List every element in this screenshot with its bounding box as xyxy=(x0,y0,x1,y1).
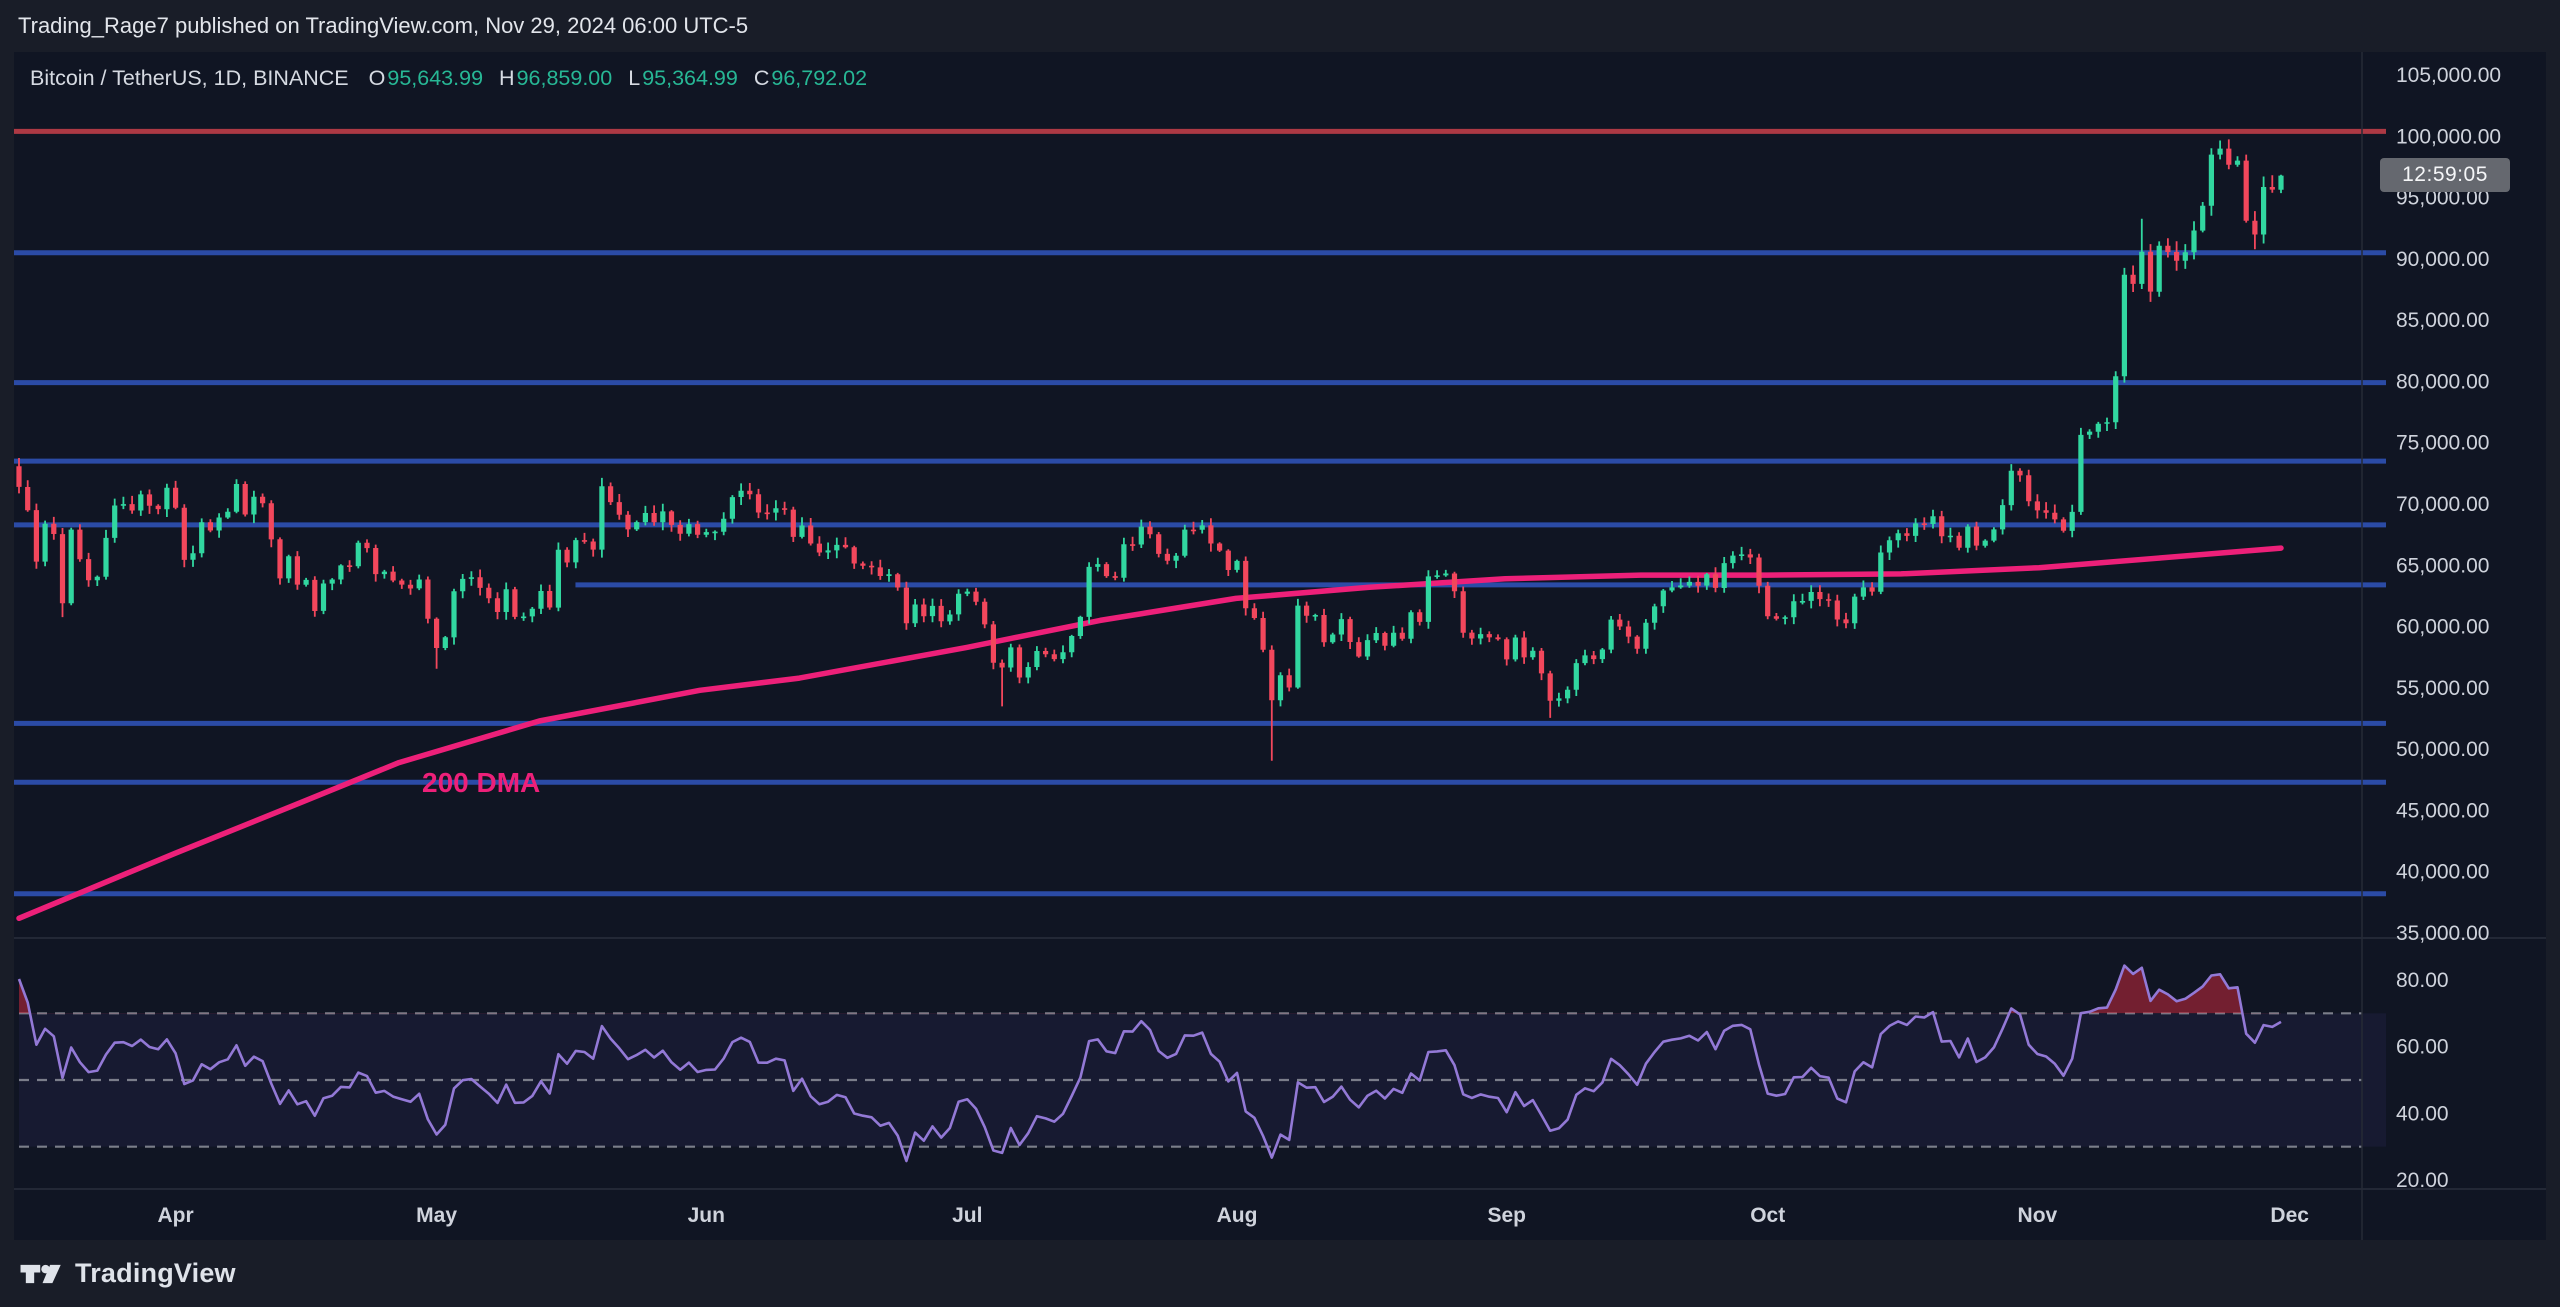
price-tick-label: 105,000.00 xyxy=(2396,64,2501,87)
bar-countdown-timer: 12:59:05 xyxy=(2380,158,2510,192)
month-label: Dec xyxy=(2270,1204,2309,1227)
ohlc-key: H xyxy=(499,66,515,91)
price-tick-label: 85,000.00 xyxy=(2396,309,2489,332)
ohlc-values: O95,643.99 H96,859.00 L95,364.99 C96,792.02 xyxy=(369,66,867,91)
rsi-tick-label: 60.00 xyxy=(2396,1036,2449,1059)
publish-banner: Trading_Rage7 published on TradingView.c… xyxy=(0,0,2560,52)
price-tick-label: 70,000.00 xyxy=(2396,493,2489,516)
chart-canvas[interactable]: 200 DMA105,000.00100,000.0095,000.0090,0… xyxy=(14,52,2546,1240)
price-tick-label: 90,000.00 xyxy=(2396,248,2489,271)
month-label: Sep xyxy=(1487,1204,1526,1227)
price-tick-label: 35,000.00 xyxy=(2396,922,2489,945)
tradingview-wordmark[interactable]: TradingView xyxy=(75,1258,236,1289)
ohlc-item: O95,643.99 xyxy=(369,66,483,91)
price-tick-label: 65,000.00 xyxy=(2396,554,2489,577)
rsi-tick-label: 40.00 xyxy=(2396,1102,2449,1125)
ohlc-key: C xyxy=(754,66,770,91)
symbol-legend[interactable]: Bitcoin / TetherUS, 1D, BINANCE O95,643.… xyxy=(30,66,867,91)
tradingview-published-chart: Trading_Rage7 published on TradingView.c… xyxy=(0,0,2560,1307)
ma-200-label: 200 DMA xyxy=(422,767,540,798)
ohlc-value: 95,364.99 xyxy=(642,66,738,91)
ohlc-value: 96,792.02 xyxy=(771,66,867,91)
price-tick-label: 50,000.00 xyxy=(2396,738,2489,761)
ohlc-item: L95,364.99 xyxy=(628,66,738,91)
rsi-tick-label: 20.00 xyxy=(2396,1169,2449,1192)
price-tick-label: 45,000.00 xyxy=(2396,799,2489,822)
month-label: Aug xyxy=(1217,1204,1258,1227)
price-tick-label: 80,000.00 xyxy=(2396,370,2489,393)
ohlc-item: C96,792.02 xyxy=(754,66,867,91)
month-label: Oct xyxy=(1750,1204,1785,1227)
month-label: May xyxy=(416,1204,457,1227)
ohlc-value: 95,643.99 xyxy=(387,66,483,91)
month-label: Jul xyxy=(952,1204,982,1227)
price-tick-label: 100,000.00 xyxy=(2396,125,2501,148)
month-label: Nov xyxy=(2018,1204,2058,1227)
price-axis[interactable]: 105,000.00100,000.0095,000.0090,000.0085… xyxy=(2396,64,2501,945)
footer-bar: TradingView xyxy=(0,1240,2560,1307)
price-tick-label: 75,000.00 xyxy=(2396,432,2489,455)
month-label: Jun xyxy=(688,1204,725,1227)
month-label: Apr xyxy=(158,1204,194,1227)
ohlc-key: O xyxy=(369,66,386,91)
ohlc-value: 96,859.00 xyxy=(517,66,613,91)
ohlc-item: H96,859.00 xyxy=(499,66,612,91)
price-tick-label: 55,000.00 xyxy=(2396,677,2489,700)
publish-banner-text: Trading_Rage7 published on TradingView.c… xyxy=(18,13,748,39)
price-tick-label: 60,000.00 xyxy=(2396,616,2489,639)
price-tick-label: 40,000.00 xyxy=(2396,861,2489,884)
rsi-tick-label: 80.00 xyxy=(2396,969,2449,992)
symbol-title[interactable]: Bitcoin / TetherUS, 1D, BINANCE xyxy=(30,66,349,91)
ohlc-key: L xyxy=(628,66,640,91)
chart-panel[interactable]: 200 DMA105,000.00100,000.0095,000.0090,0… xyxy=(14,52,2546,1240)
tradingview-logo-icon[interactable] xyxy=(19,1260,63,1288)
